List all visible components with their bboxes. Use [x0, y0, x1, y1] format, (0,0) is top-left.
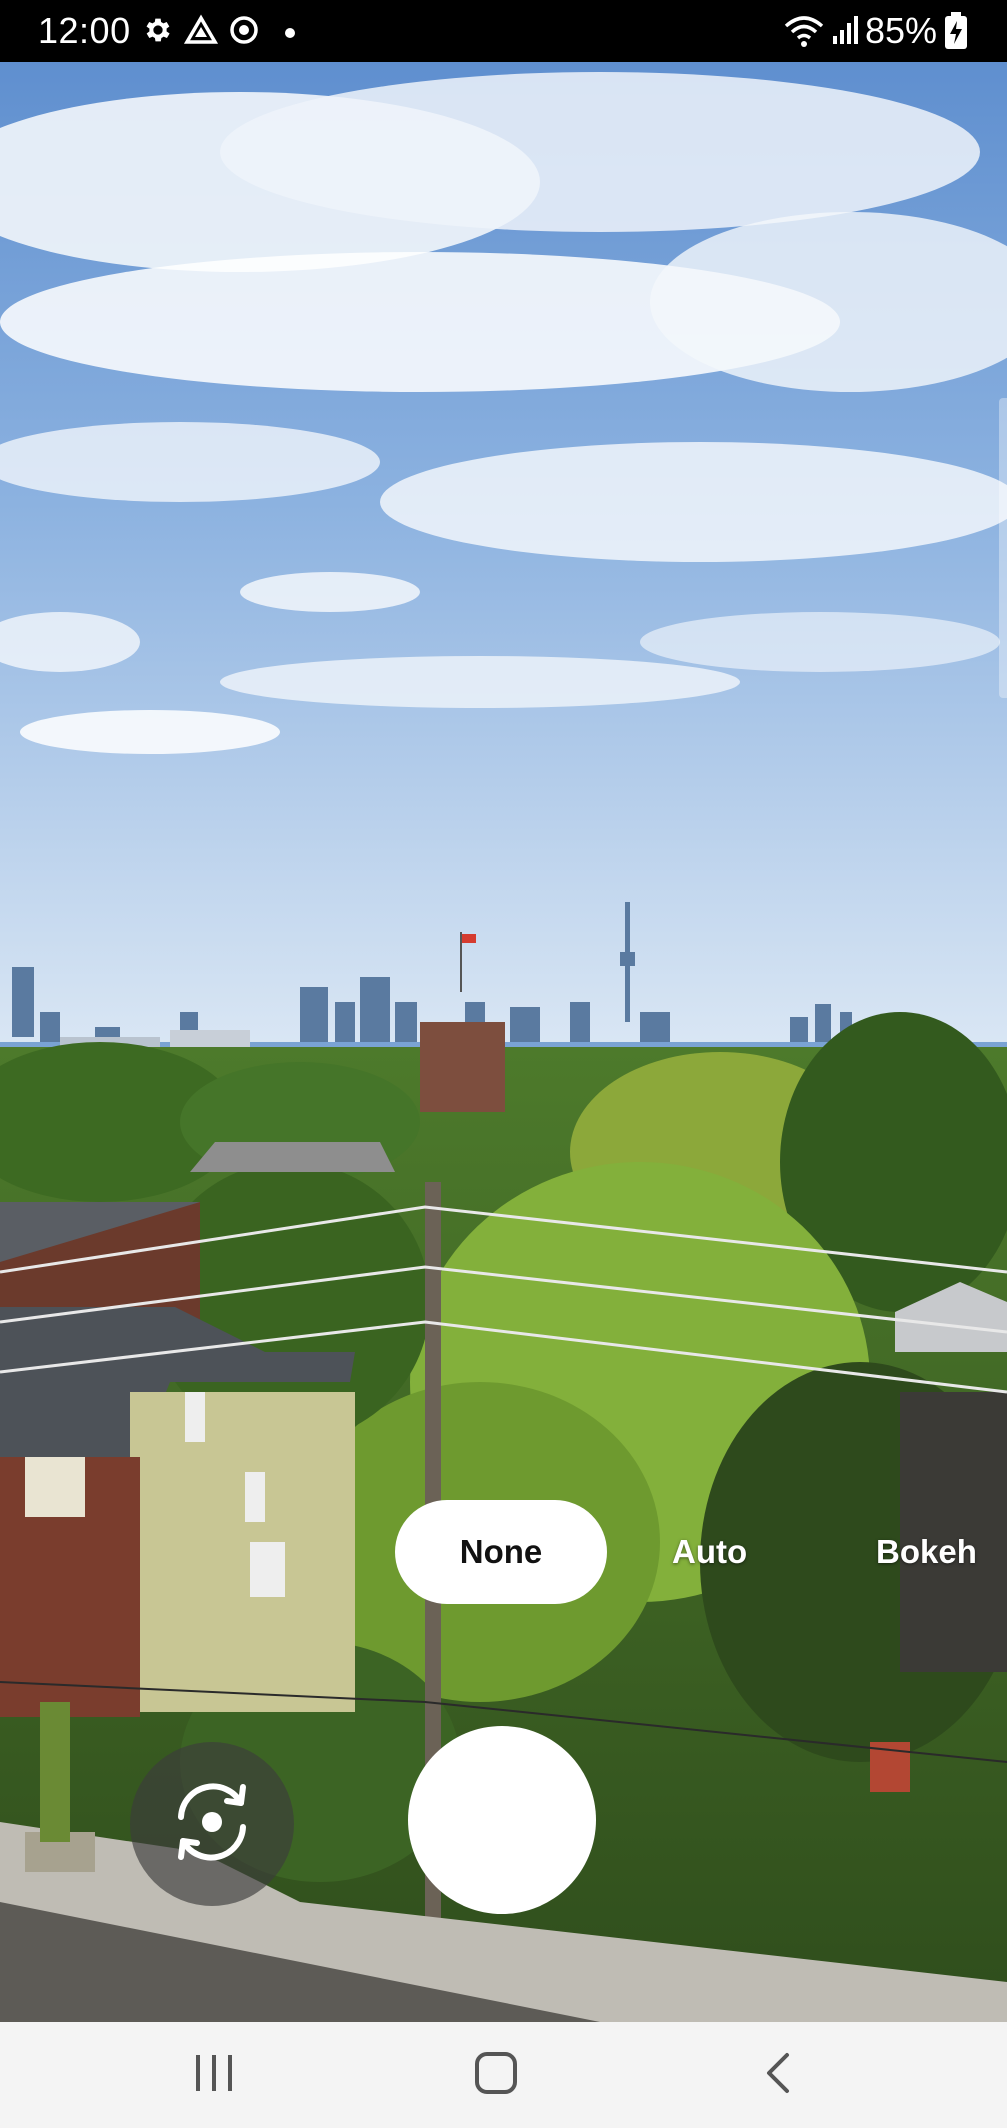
signal-icon: [832, 14, 862, 51]
side-panel-handle[interactable]: [999, 398, 1007, 698]
gear-icon: [142, 14, 174, 51]
back-button[interactable]: [718, 2022, 838, 2128]
mode-auto-label: Auto: [672, 1533, 748, 1570]
recent-apps-button[interactable]: [154, 2022, 274, 2128]
back-icon: [763, 2051, 793, 2100]
status-time: 12:00: [38, 10, 131, 51]
mode-auto-button[interactable]: Auto: [672, 1500, 747, 1604]
shutter-button[interactable]: [408, 1726, 596, 1914]
home-icon: [474, 2051, 518, 2100]
battery-percent: 85%: [864, 10, 937, 51]
wifi-icon: [784, 14, 824, 53]
flip-camera-button[interactable]: [130, 1742, 294, 1906]
dot-icon: [284, 26, 296, 44]
mode-bokeh-button[interactable]: Bokeh: [876, 1500, 977, 1604]
sync-icon: [228, 14, 260, 51]
mode-none-label: None: [459, 1533, 543, 1570]
battery-charging-icon: [944, 12, 968, 55]
prime-video-icon: [183, 14, 219, 51]
mode-none-button[interactable]: None: [395, 1500, 607, 1604]
flip-camera-icon: [157, 1767, 267, 1882]
navigation-bar: [0, 2022, 1007, 2128]
mode-bokeh-label: Bokeh: [876, 1533, 977, 1570]
home-button[interactable]: [436, 2022, 556, 2128]
recent-apps-icon: [192, 2053, 236, 2098]
status-bar: 12:00 85%: [0, 0, 1007, 62]
